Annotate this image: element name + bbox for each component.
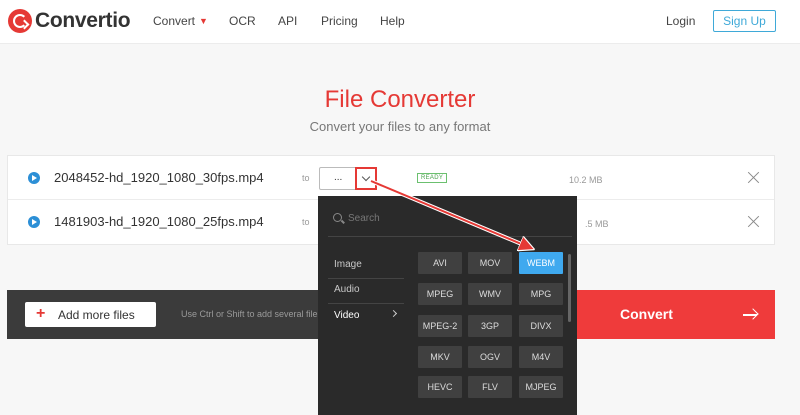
multi-select-hint: Use Ctrl or Shift to add several file [181,309,318,319]
play-icon[interactable] [28,172,40,184]
format-option-mpeg[interactable]: MPEG [418,283,462,305]
category-video[interactable]: Video [334,310,359,321]
chevron-down-icon: ▼ [199,16,208,26]
divider [328,278,404,279]
top-header: Convertio Convert ▼ OCR API Pricing Help … [0,0,800,44]
file-size: .5 MB [585,219,609,229]
nav-api[interactable]: API [278,14,297,28]
add-more-files-button[interactable]: + Add more files [25,302,156,327]
page-title: File Converter [324,86,476,113]
divider [328,303,404,304]
signup-button[interactable]: Sign Up [713,10,776,32]
format-option-3gp[interactable]: 3GP [468,315,512,337]
chevron-right-icon [389,309,398,318]
plus-icon: + [36,305,46,322]
category-audio[interactable]: Audio [334,284,360,295]
file-name: 2048452-hd_1920_1080_30fps.mp4 [54,170,264,185]
format-search-input[interactable] [348,209,558,227]
login-link[interactable]: Login [666,14,695,28]
category-image[interactable]: Image [334,259,362,270]
convertio-logo-icon [8,9,32,33]
nav-ocr[interactable]: OCR [229,14,256,28]
format-option-m4v[interactable]: M4V [519,346,563,368]
format-value: ... [334,172,343,183]
format-option-avi[interactable]: AVI [418,252,462,274]
format-option-mov[interactable]: MOV [468,252,512,274]
format-option-mjpeg[interactable]: MJPEG [519,376,563,398]
format-option-ogv[interactable]: OGV [468,346,512,368]
page-subtitle: Convert your files to any format [309,119,491,134]
play-icon[interactable] [28,216,40,228]
logo[interactable]: Convertio [8,9,131,33]
format-option-wmv[interactable]: WMV [468,283,512,305]
format-select[interactable]: ... [319,167,377,190]
divider [328,236,572,237]
logo-text: Convertio [35,9,131,32]
nav-pricing[interactable]: Pricing [321,14,358,28]
close-icon[interactable] [747,215,760,228]
convert-label: Convert [620,306,673,322]
format-option-hevc[interactable]: HEVC [418,376,462,398]
format-dropdown: Image Audio Video AVI MOV WEBM MPEG WMV MPG MP… [318,196,577,415]
format-option-divx[interactable]: DIVX [519,315,563,337]
to-label: to [302,217,310,227]
format-option-flv[interactable]: FLV [468,376,512,398]
format-option-mpg[interactable]: MPG [519,283,563,305]
file-size: 10.2 MB [569,175,603,185]
format-option-mkv[interactable]: MKV [418,346,462,368]
nav-convert[interactable]: Convert ▼ [153,14,208,28]
dropdown-scrollbar[interactable] [568,254,571,322]
file-row: 2048452-hd_1920_1080_30fps.mp4 to ... RE… [8,156,774,200]
nav-convert-label: Convert [153,14,196,28]
chevron-down-icon[interactable] [355,167,377,190]
to-label: to [302,173,310,183]
nav-help[interactable]: Help [380,14,405,28]
format-option-mpeg-2[interactable]: MPEG-2 [418,315,462,337]
file-name: 1481903-hd_1920_1080_25fps.mp4 [54,214,264,229]
format-option-webm[interactable]: WEBM [519,252,563,274]
convert-button[interactable]: Convert [577,290,775,339]
search-icon [333,213,342,222]
arrow-right-icon [743,314,757,316]
add-files-label: Add more files [58,308,135,322]
close-icon[interactable] [747,171,760,184]
status-badge: READY [417,173,448,183]
